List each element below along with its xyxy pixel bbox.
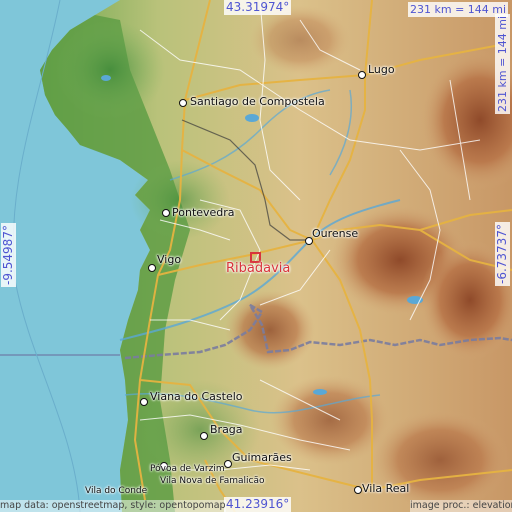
- credits-right: image proc.: elevation.city: [410, 500, 512, 512]
- scale-right: 231 km = 144 mi: [495, 13, 510, 114]
- vila-real-label[interactable]: Vila Real: [362, 483, 409, 494]
- coord-right: -6.73737°: [495, 222, 510, 286]
- viana-marker[interactable]: [140, 398, 148, 406]
- coord-top: 43.31974°: [224, 0, 292, 15]
- santiago-marker[interactable]: [179, 99, 187, 107]
- braga-marker[interactable]: [200, 432, 208, 440]
- guimaraes-marker[interactable]: [224, 460, 232, 468]
- povoa-label[interactable]: Póvoa de Varzim: [150, 465, 225, 474]
- pontevedra-marker[interactable]: [162, 209, 170, 217]
- famalicao-label[interactable]: Vila Nova de Famalicão: [160, 477, 265, 486]
- lugo-label[interactable]: Lugo: [368, 64, 395, 75]
- guimaraes-label[interactable]: Guimarães: [232, 452, 292, 463]
- coord-left: -9.54987°: [1, 223, 16, 287]
- ourense-label[interactable]: Ourense: [312, 228, 358, 239]
- vigo-marker[interactable]: [148, 264, 156, 272]
- scale-top: 231 km = 144 mi: [408, 2, 509, 17]
- credits-left: map data: openstreetmap, style: opentopo…: [0, 500, 226, 512]
- lugo-marker[interactable]: [358, 71, 366, 79]
- vila-do-conde-label[interactable]: Vila do Conde: [85, 487, 147, 496]
- vigo-label[interactable]: Vigo: [157, 254, 181, 265]
- vila-real-marker[interactable]: [354, 486, 362, 494]
- coord-bottom: 41.23916°: [224, 497, 292, 512]
- map[interactable]: Santiago de Compostela Lugo Pontevedra O…: [0, 0, 512, 512]
- santiago-label[interactable]: Santiago de Compostela: [190, 96, 325, 107]
- viana-label[interactable]: Viana do Castelo: [150, 391, 243, 402]
- braga-label[interactable]: Braga: [210, 424, 243, 435]
- pontevedra-label[interactable]: Pontevedra: [172, 207, 235, 218]
- location-label[interactable]: Ribadavia: [226, 262, 290, 275]
